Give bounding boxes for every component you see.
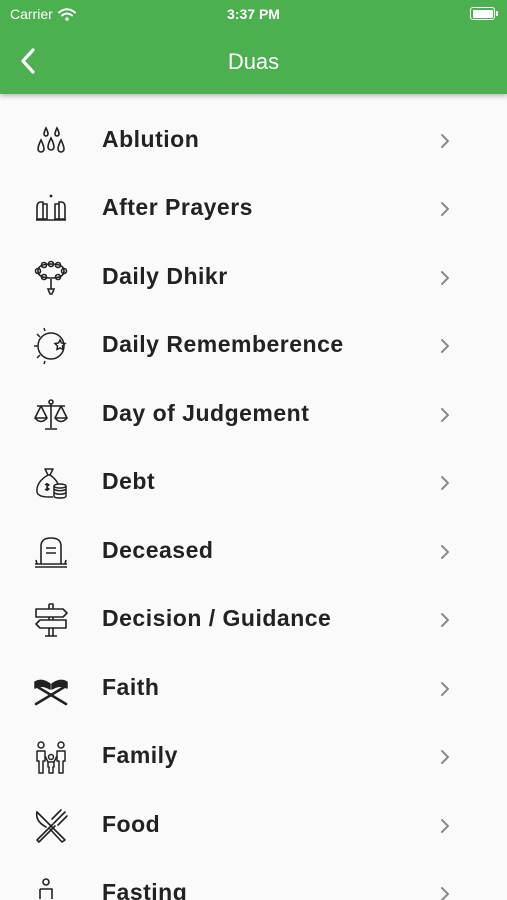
list-item-label: After Prayers [102,194,253,220]
list-item-label: Debt [102,468,156,494]
list-item-label: Day of Judgement [102,400,310,426]
list-item-deceased[interactable]: Deceased [0,517,507,585]
list-item-label: Daily Dhikr [102,263,228,289]
fork-knife-icon [32,807,70,845]
list-item-after-prayers[interactable]: After Prayers [0,174,507,242]
person-icon [32,875,70,900]
list-item-label: Decision / Guidance [102,605,332,631]
status-bar: Carrier 3:37 PM [0,0,507,28]
money-bag-icon [32,464,70,502]
list-item-food[interactable]: Food [0,791,507,859]
list-item-label: Family [102,742,178,768]
family-icon [32,738,70,776]
list-item-label: Faith [102,674,160,700]
list-item-label: Fasting [102,879,188,900]
quran-stand-icon [32,670,70,708]
chevron-right-icon [441,408,449,422]
chevron-right-icon [441,750,449,764]
list-item-daily-rememberence[interactable]: Daily Rememberence [0,311,507,379]
list-item-faith[interactable]: Faith [0,654,507,722]
list-item-label: Ablution [102,126,200,152]
list-item-fasting[interactable]: Fasting [0,859,507,900]
list-item-daily-dhikr[interactable]: Daily Dhikr [0,243,507,311]
chevron-right-icon [441,271,449,285]
chevron-right-icon [441,613,449,627]
app-header: Carrier 3:37 PM Duas [0,0,507,94]
chevron-right-icon [441,202,449,216]
signpost-icon [32,601,70,639]
battery-icon [470,7,498,20]
praying-hands-icon [32,190,70,228]
list-item-decision-guidance[interactable]: Decision / Guidance [0,585,507,653]
list-item-debt[interactable]: Debt [0,448,507,516]
chevron-right-icon [441,476,449,490]
list-item-label: Deceased [102,537,214,563]
chevron-right-icon [441,682,449,696]
chevron-right-icon [441,819,449,833]
page-title: Duas [227,49,280,74]
chevron-right-icon [441,545,449,559]
chevron-right-icon [441,134,449,148]
prayer-beads-icon [32,259,70,297]
gravestone-icon [32,533,70,571]
sun-moon-icon [32,327,70,365]
list-item-day-of-judgement[interactable]: Day of Judgement [0,380,507,448]
chevron-right-icon [441,339,449,353]
scales-icon [32,396,70,434]
list-item-family[interactable]: Family [0,722,507,790]
duas-list: Ablution After Prayers Daily Dhikr Daily… [0,94,507,900]
list-item-label: Food [102,811,161,837]
water-drops-icon [32,122,70,160]
chevron-right-icon [441,887,449,900]
list-item-label: Daily Rememberence [102,331,344,357]
status-time: 3:37 PM [227,6,280,22]
list-item-ablution[interactable]: Ablution [0,106,507,174]
